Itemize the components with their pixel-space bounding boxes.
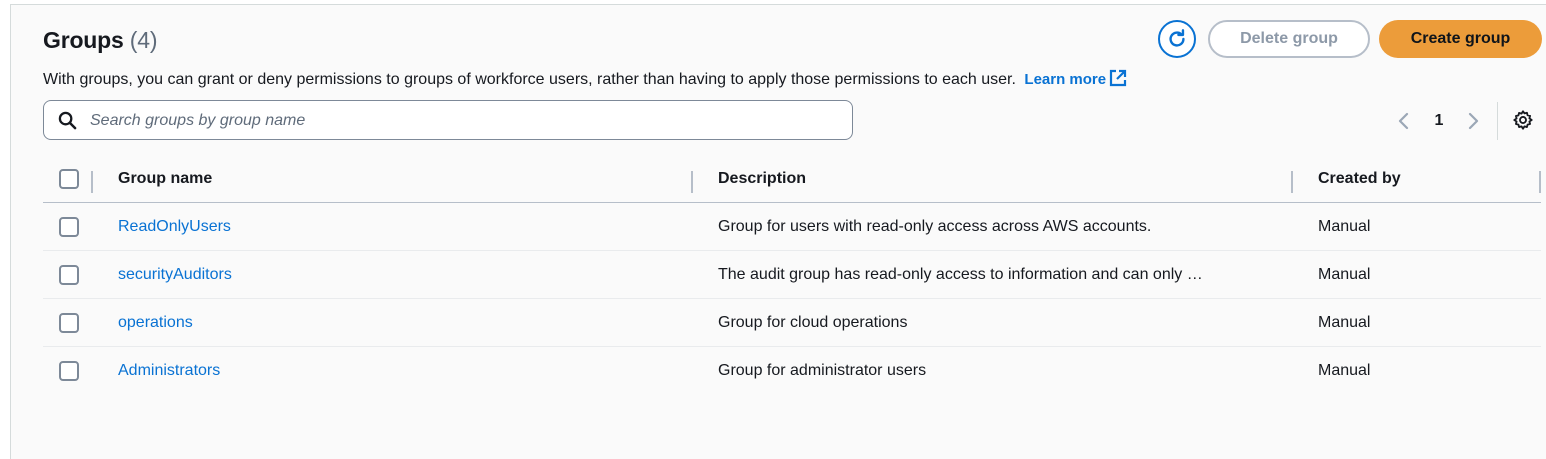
group-description: Group for cloud operations bbox=[718, 314, 908, 331]
group-description: Group for administrator users bbox=[718, 362, 927, 379]
page-number-1[interactable]: 1 bbox=[1431, 109, 1447, 133]
group-name-link[interactable]: ReadOnlyUsers bbox=[118, 203, 678, 251]
search-icon bbox=[58, 111, 77, 130]
column-divider[interactable] bbox=[691, 171, 693, 193]
column-header-created-by[interactable]: Created by bbox=[1318, 155, 1518, 203]
title-text: Groups bbox=[43, 27, 124, 53]
chevron-left-icon bbox=[1398, 112, 1409, 130]
external-link-icon bbox=[1110, 69, 1127, 87]
pagination-divider bbox=[1497, 102, 1498, 140]
search-input[interactable] bbox=[88, 107, 832, 135]
learn-more-link[interactable]: Learn more bbox=[1024, 69, 1127, 88]
page-title: Groups (4) bbox=[43, 27, 158, 54]
row-checkbox[interactable] bbox=[59, 361, 79, 381]
table-row: operations Group for cloud operations Ma… bbox=[43, 299, 1541, 347]
description-text: With groups, you can grant or deny permi… bbox=[43, 71, 1016, 88]
column-header-description[interactable]: Description bbox=[718, 155, 1263, 203]
gear-icon bbox=[1513, 110, 1533, 130]
column-divider bbox=[91, 171, 93, 193]
group-description: Group for users with read-only access ac… bbox=[718, 218, 1152, 235]
learn-more-label: Learn more bbox=[1024, 71, 1107, 88]
delete-group-button[interactable]: Delete group bbox=[1208, 20, 1370, 58]
group-description: The audit group has read-only access to … bbox=[718, 266, 1203, 283]
row-checkbox[interactable] bbox=[59, 313, 79, 333]
row-checkbox[interactable] bbox=[59, 217, 79, 237]
groups-panel: Groups (4) Delete group Create group Wit… bbox=[10, 4, 1546, 459]
group-count: (4) bbox=[129, 27, 158, 53]
refresh-button[interactable] bbox=[1158, 20, 1196, 58]
chevron-right-icon bbox=[1468, 112, 1479, 130]
group-created-by: Manual bbox=[1318, 266, 1371, 283]
group-name-link[interactable]: operations bbox=[118, 299, 678, 347]
column-header-group-name[interactable]: Group name bbox=[118, 155, 678, 203]
group-created-by: Manual bbox=[1318, 218, 1371, 235]
previous-page-button[interactable] bbox=[1397, 109, 1411, 133]
refresh-icon bbox=[1169, 29, 1185, 47]
next-page-button[interactable] bbox=[1466, 109, 1480, 133]
table-header-row: Group name Description Created by bbox=[43, 155, 1541, 203]
row-checkbox[interactable] bbox=[59, 265, 79, 285]
create-group-button[interactable]: Create group bbox=[1379, 20, 1542, 58]
group-name-link[interactable]: Administrators bbox=[118, 347, 678, 395]
select-all-checkbox[interactable] bbox=[59, 169, 79, 189]
group-name-link[interactable]: securityAuditors bbox=[118, 251, 678, 299]
table-row: ReadOnlyUsers Group for users with read-… bbox=[43, 203, 1541, 251]
page-description: With groups, you can grant or deny permi… bbox=[43, 69, 1127, 89]
search-box bbox=[43, 100, 853, 140]
table-row: securityAuditors The audit group has rea… bbox=[43, 251, 1541, 299]
group-created-by: Manual bbox=[1318, 314, 1371, 331]
group-created-by: Manual bbox=[1318, 362, 1371, 379]
groups-table: Group name Description Created by ReadOn… bbox=[43, 155, 1541, 395]
table-row: Administrators Group for administrator u… bbox=[43, 347, 1541, 395]
column-divider[interactable] bbox=[1539, 171, 1541, 193]
column-divider[interactable] bbox=[1291, 171, 1293, 193]
table-settings-button[interactable] bbox=[1512, 109, 1534, 136]
